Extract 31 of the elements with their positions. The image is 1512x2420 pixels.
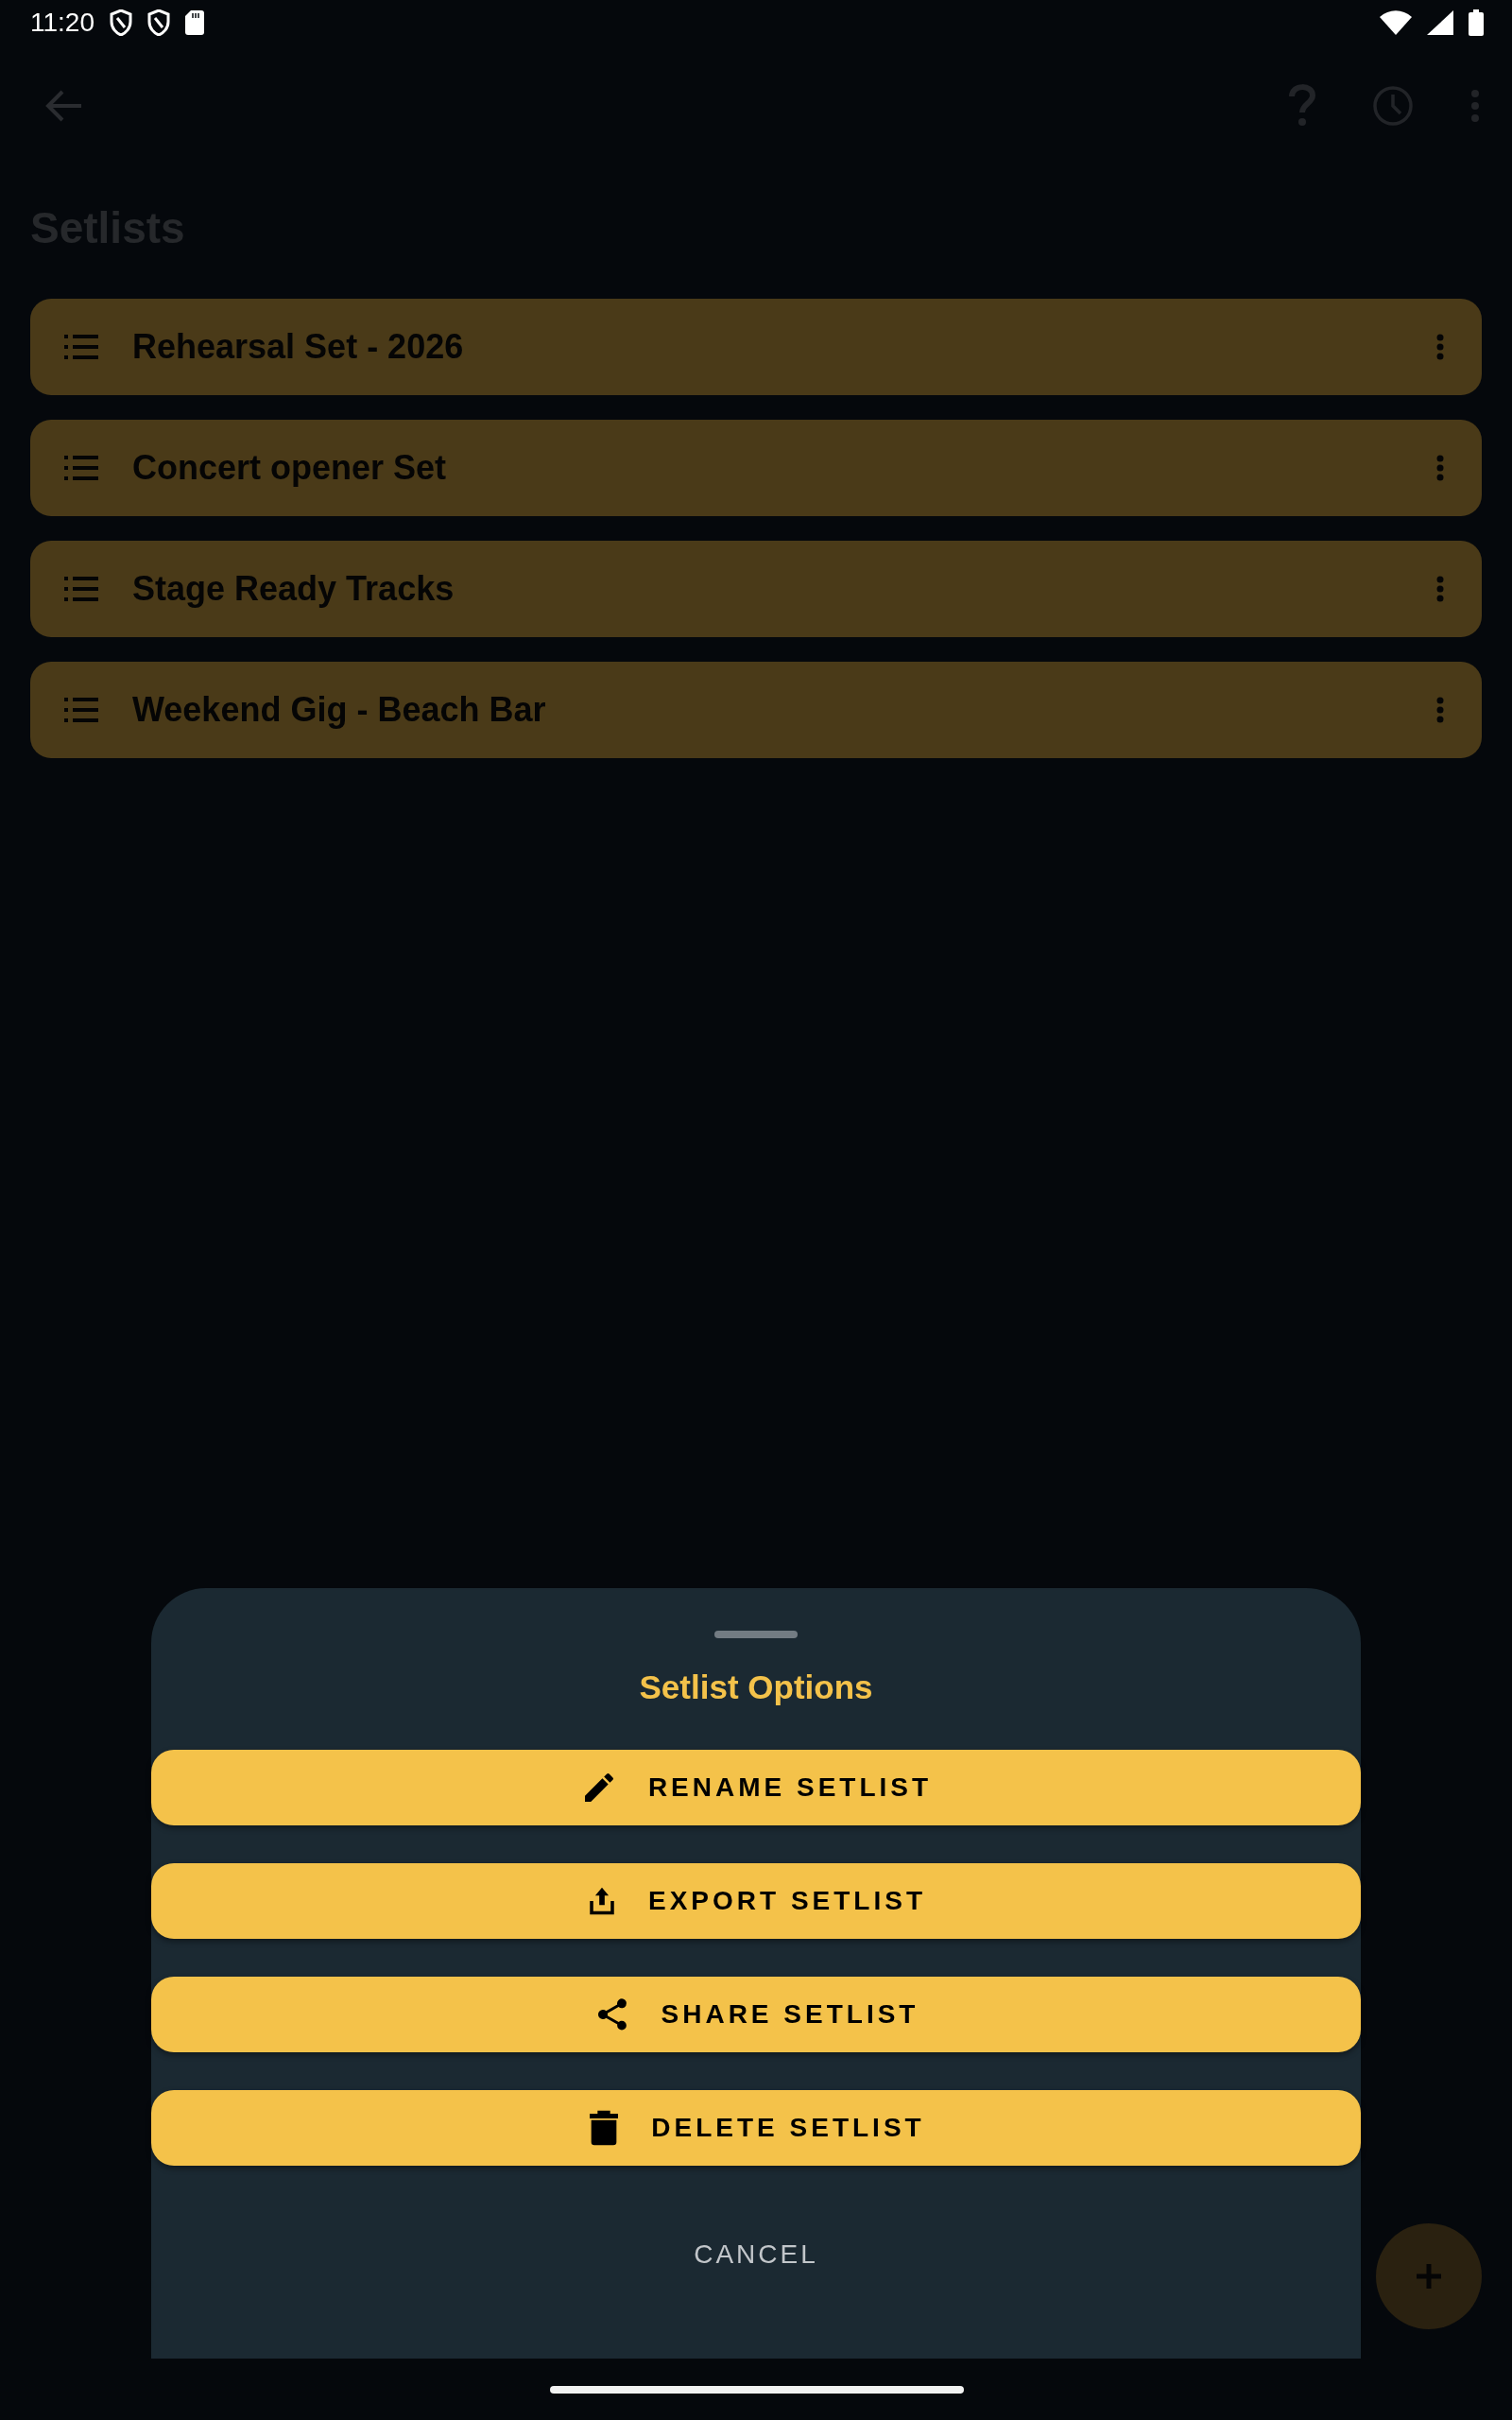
more-vertical-icon[interactable]: [1436, 455, 1444, 481]
status-time: 11:20: [30, 8, 94, 38]
setlist-name: Stage Ready Tracks: [132, 569, 455, 609]
sd-card-icon: [185, 10, 204, 35]
plus-icon: [1415, 2262, 1443, 2290]
list-icon: [64, 698, 98, 722]
more-vertical-icon[interactable]: [1470, 89, 1480, 123]
battery-icon: [1469, 9, 1484, 36]
setlist-name: Concert opener Set: [132, 448, 448, 488]
more-vertical-icon[interactable]: [1436, 576, 1444, 602]
setlist-name: Rehearsal Set - 2026: [132, 327, 465, 367]
list-icon: [64, 335, 98, 359]
list-icon: [64, 456, 98, 480]
option-button[interactable]: RENAME SETLIST: [151, 1750, 1361, 1825]
more-vertical-icon[interactable]: [1436, 697, 1444, 723]
option-button[interactable]: SHARE SETLIST: [151, 1977, 1361, 2052]
setlist-name: Weekend Gig - Beach Bar: [132, 690, 547, 730]
shield-icon: [147, 9, 170, 36]
shield-icon: [110, 9, 132, 36]
more-vertical-icon[interactable]: [1436, 334, 1444, 360]
cancel-button[interactable]: CANCEL: [679, 2232, 833, 2277]
wifi-icon: [1380, 10, 1412, 35]
help-icon[interactable]: [1289, 84, 1315, 128]
list-icon: [64, 577, 98, 601]
back-arrow-icon[interactable]: [45, 89, 83, 123]
signal-icon: [1427, 10, 1453, 35]
drag-handle[interactable]: [714, 1631, 798, 1638]
option-button[interactable]: DELETE SETLIST: [151, 2090, 1361, 2166]
option-button[interactable]: EXPORT SETLIST: [151, 1863, 1361, 1939]
clock-icon[interactable]: [1372, 85, 1414, 127]
sheet-title: Setlist Options: [639, 1668, 873, 1706]
